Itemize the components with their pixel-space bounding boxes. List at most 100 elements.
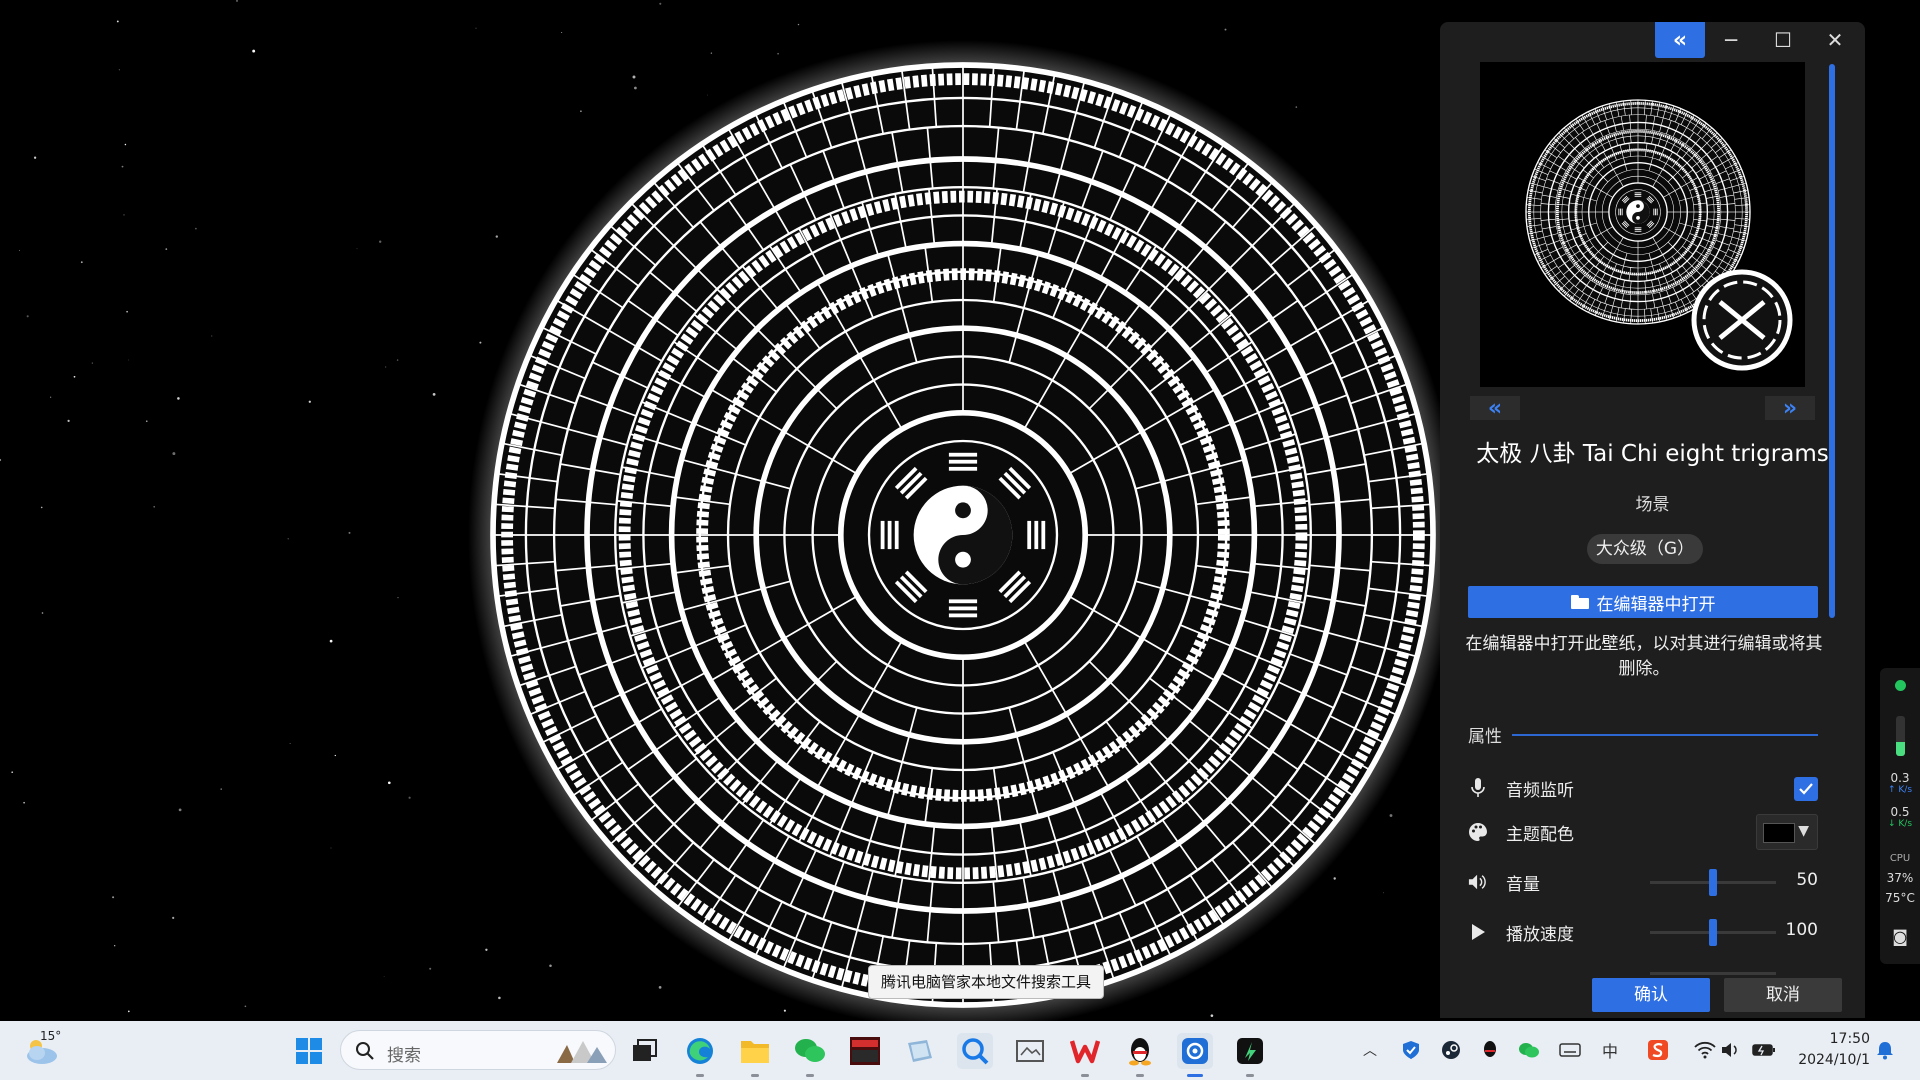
collapse-panel-button[interactable]: « [1655, 22, 1705, 58]
star [128, 359, 130, 361]
taskbar-search-box[interactable]: 搜索 [340, 1030, 616, 1070]
minimize-button[interactable]: ─ [1706, 22, 1756, 58]
wechat-tray-button[interactable] [1516, 1037, 1542, 1063]
search-highlight-icon [557, 1041, 607, 1063]
download-unit-label: K/s [1898, 819, 1913, 829]
star [632, 75, 636, 79]
star [172, 452, 176, 456]
file-search-tool-button[interactable] [957, 1033, 993, 1069]
gpu-app-button[interactable] [1232, 1033, 1268, 1077]
star [121, 165, 124, 168]
voicemeeter-button[interactable] [847, 1033, 883, 1069]
qq-icon [1129, 1038, 1151, 1066]
star [18, 250, 20, 251]
weather-temperature: 15° [40, 1029, 62, 1043]
wallpaper-properties-panel: « ─ ☐ ✕ « » 太极 八卦 Tai Chi eight trigrams… [1440, 22, 1865, 1018]
status-dot [1895, 680, 1906, 691]
file-explorer-button[interactable] [737, 1033, 773, 1077]
star [659, 2, 662, 5]
close-button[interactable]: ✕ [1810, 22, 1860, 58]
battery-tray-button[interactable] [1751, 1037, 1777, 1063]
edge-browser-button[interactable] [682, 1033, 718, 1077]
star [777, 52, 779, 55]
network-tray-button[interactable] [1692, 1037, 1718, 1063]
screenshot-tool-button[interactable] [1012, 1033, 1048, 1069]
star [308, 400, 311, 403]
task-view-button[interactable] [627, 1033, 663, 1069]
download-arrow-icon: ↓ [1887, 819, 1896, 829]
theme-color-picker[interactable]: ▼ [1756, 814, 1818, 850]
star [475, 27, 477, 29]
cancel-button[interactable]: 取消 [1724, 978, 1842, 1012]
star [634, 86, 637, 90]
task-view-icon [633, 1039, 657, 1061]
star [1210, 1014, 1214, 1018]
chevron-up-icon: ︿ [1363, 1043, 1377, 1059]
steam-tray-button[interactable] [1438, 1037, 1464, 1063]
weather-widget[interactable]: 15° [22, 1029, 66, 1073]
color-swatch [1763, 823, 1795, 843]
security-tray-button[interactable] [1398, 1037, 1424, 1063]
next-wallpaper-button[interactable]: » [1765, 396, 1815, 421]
show-hidden-icons-button[interactable]: ︿ [1357, 1037, 1383, 1063]
volume-label: 音量 [1506, 874, 1540, 895]
playback-speed-slider-thumb[interactable] [1709, 919, 1717, 946]
ime-icon: 中 [1601, 1042, 1618, 1061]
voicemeeter-icon [850, 1037, 880, 1065]
star [244, 1005, 247, 1008]
search-placeholder: 搜索 [387, 1046, 421, 1066]
playback-speed-value: 100 [1785, 920, 1818, 940]
upload-unit: ↑ K/s [1880, 784, 1920, 797]
system-clock[interactable]: 17:50 2024/10/1 [1790, 1029, 1870, 1071]
star [40, 506, 43, 509]
camera-icon[interactable]: ◙ [1880, 929, 1920, 945]
star [289, 742, 291, 744]
start-button[interactable] [291, 1033, 327, 1069]
editor-description: 在编辑器中打开此壁纸，以对其进行编辑或将其删除。 [1465, 634, 1823, 679]
theme-color-label: 主题配色 [1506, 824, 1574, 845]
tablet-app-button[interactable] [902, 1033, 938, 1069]
preview-taichi-image [1525, 99, 1793, 371]
sogou-tray-button[interactable] [1645, 1037, 1671, 1063]
confirm-button[interactable]: 确认 [1592, 978, 1710, 1012]
qq-button[interactable] [1122, 1033, 1158, 1077]
star [498, 996, 501, 1000]
maximize-icon: ☐ [1774, 28, 1792, 52]
panel-scrollbar[interactable] [1829, 64, 1835, 618]
taskbar: 15° 搜索 ︿ 中 17:50 2024/10/1 [0, 1021, 1920, 1080]
wechat-button[interactable] [792, 1033, 828, 1077]
open-in-editor-button[interactable]: 在编辑器中打开 [1468, 586, 1818, 618]
wps-icon [1070, 1040, 1100, 1064]
star [195, 227, 197, 230]
volume-slider-thumb[interactable] [1709, 869, 1717, 896]
upload-unit-label: K/s [1898, 785, 1913, 795]
volume-slider[interactable] [1650, 869, 1776, 896]
star [429, 967, 432, 970]
star [220, 788, 222, 790]
previous-wallpaper-button[interactable]: « [1470, 396, 1520, 421]
star [41, 612, 44, 614]
windows-logo-icon [296, 1038, 322, 1064]
settings-app-icon [1182, 1038, 1208, 1064]
notification-center-button[interactable] [1872, 1037, 1898, 1063]
ime-tray-button[interactable]: 中 [1597, 1037, 1623, 1063]
star [1383, 892, 1385, 894]
qq-tray-button[interactable] [1477, 1037, 1503, 1063]
star [485, 948, 488, 951]
keyboard-tray-button[interactable] [1557, 1037, 1583, 1063]
playback-speed-slider[interactable] [1650, 919, 1776, 946]
volume-tray-button[interactable] [1718, 1037, 1744, 1063]
star [330, 847, 332, 849]
search-icon [356, 1042, 374, 1060]
wps-office-button[interactable] [1067, 1033, 1103, 1077]
audio-listen-checkbox[interactable] [1794, 777, 1818, 801]
gpu-app-icon [1237, 1038, 1263, 1064]
maximize-button[interactable]: ☐ [1758, 22, 1808, 58]
steam-icon [1442, 1041, 1460, 1059]
star [11, 771, 14, 774]
system-monitor-widget[interactable]: 0.3 ↑ K/s 0.5 ↓ K/s CPU 37% 75°C ◙ [1880, 668, 1920, 964]
double-chevron-left-icon: « [1672, 27, 1688, 53]
star [549, 964, 552, 968]
settings-app-button[interactable] [1177, 1033, 1213, 1077]
star [73, 375, 76, 378]
